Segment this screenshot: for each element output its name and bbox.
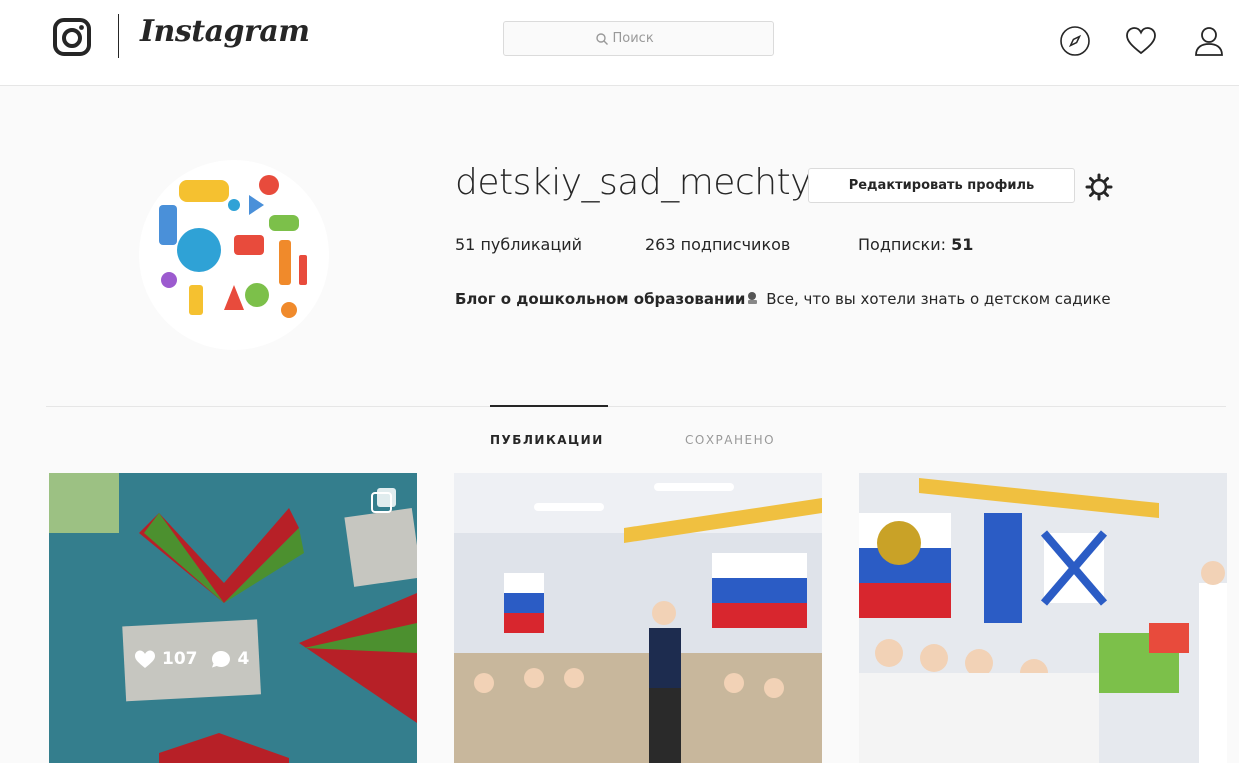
followers-count[interactable]: 263 подписчиков — [645, 235, 790, 254]
multiple-photos-icon — [371, 488, 396, 513]
likes-count: 107 — [162, 649, 198, 669]
heart-filled-icon — [135, 650, 155, 668]
compass-icon[interactable] — [1058, 24, 1092, 58]
tab-saved[interactable]: СОХРАНЕНО — [685, 433, 775, 447]
avatar-doodle-illustration — [159, 175, 307, 318]
post-image-sport-event — [859, 473, 1227, 763]
instagram-logo-icon[interactable] — [52, 17, 92, 57]
search-box[interactable] — [503, 21, 774, 56]
comment-icon — [211, 651, 230, 668]
post-thumbnail[interactable]: 107 4 — [49, 473, 417, 763]
profile-avatar[interactable] — [139, 160, 329, 350]
search-icon — [595, 32, 608, 45]
bio-text: Все, что вы хотели знать о детском садик… — [761, 290, 1111, 308]
gear-icon[interactable] — [1084, 172, 1114, 202]
tabs-divider — [46, 406, 1226, 407]
tab-posts[interactable]: ПУБЛИКАЦИИ — [490, 433, 604, 447]
comments-count: 4 — [237, 649, 250, 669]
posts-count[interactable]: 51 публикаций — [455, 235, 582, 254]
edit-profile-button[interactable]: Редактировать профиль — [808, 168, 1075, 203]
post-image-kindergarten-hall — [454, 473, 822, 763]
post-engagement-stats: 107 4 — [134, 649, 249, 669]
active-tab-indicator — [490, 405, 608, 407]
bio-title: Блог о дошкольном образовании — [455, 290, 746, 308]
following-count[interactable]: Подписки: 51 — [858, 235, 973, 254]
following-label: Подписки: — [858, 235, 952, 254]
logo-divider — [118, 14, 119, 58]
profile-bio: Блог о дошкольном образовании Все, что в… — [455, 290, 1111, 308]
instagram-wordmark[interactable]: Instagram — [140, 14, 310, 49]
emoji-icon — [748, 292, 758, 304]
post-thumbnail[interactable] — [454, 473, 822, 763]
profile-username: detskiy_sad_mechty — [455, 162, 811, 203]
top-nav-bar: Instagram — [0, 0, 1239, 86]
post-thumbnail[interactable] — [859, 473, 1227, 763]
search-input[interactable] — [612, 31, 683, 46]
following-number: 51 — [951, 235, 974, 254]
person-icon[interactable] — [1192, 24, 1226, 58]
heart-icon[interactable] — [1124, 24, 1158, 58]
post-comments: 4 — [210, 649, 250, 669]
post-hover-overlay — [49, 473, 417, 763]
post-likes: 107 — [134, 649, 198, 669]
